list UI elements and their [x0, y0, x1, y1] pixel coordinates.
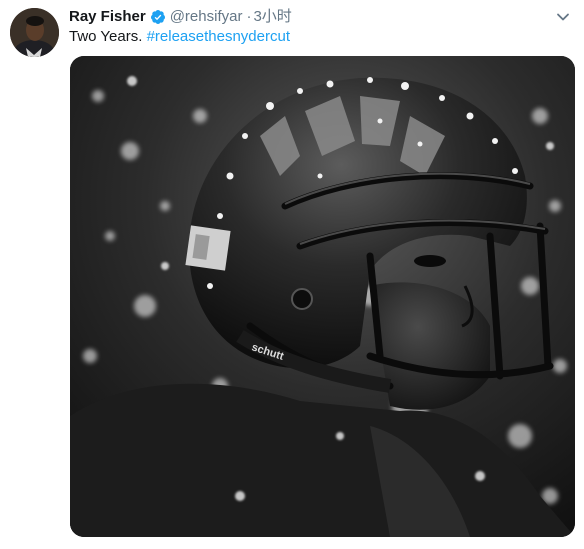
- verified-badge-icon: [150, 9, 166, 25]
- tweet-timestamp[interactable]: 3小时: [253, 7, 291, 27]
- tweet-header: Ray Fisher @rehsifyar · 3小时: [69, 7, 292, 27]
- avatar-image: [10, 8, 59, 57]
- separator-dot: ·: [246, 8, 252, 25]
- tweet-text: Two Years. #releasethesnydercut: [69, 27, 290, 47]
- avatar[interactable]: [10, 8, 59, 57]
- author-display-name[interactable]: Ray Fisher: [69, 7, 146, 27]
- hashtag-link[interactable]: #releasethesnydercut: [147, 28, 290, 45]
- tweet-photo[interactable]: schutt: [70, 56, 575, 537]
- tweet-text-plain: Two Years.: [69, 28, 143, 45]
- tweet-card[interactable]: Ray Fisher @rehsifyar · 3小时 Two Years. #…: [0, 0, 584, 549]
- football-player-photo: schutt: [70, 56, 575, 537]
- author-handle[interactable]: @rehsifyar: [170, 7, 243, 27]
- chevron-down-icon[interactable]: [556, 10, 570, 24]
